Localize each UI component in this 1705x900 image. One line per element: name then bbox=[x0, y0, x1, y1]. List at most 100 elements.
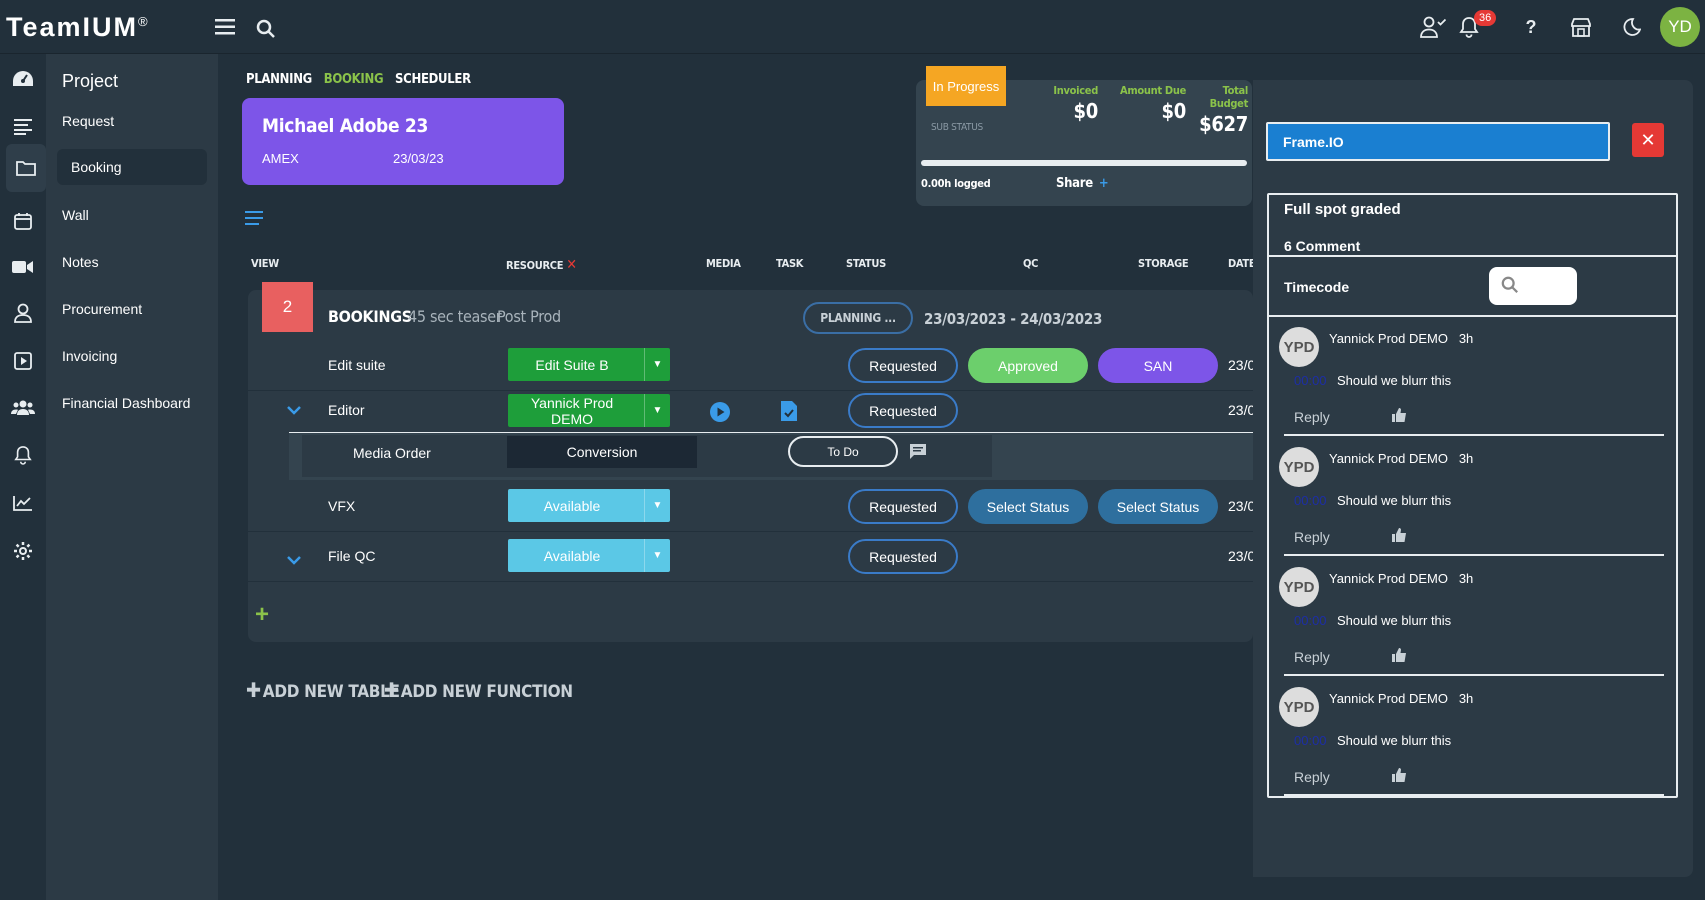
video-camera-icon[interactable] bbox=[6, 250, 40, 284]
resource-dropdown-editor[interactable]: Yannick Prod DEMO ▼ bbox=[508, 394, 670, 427]
comment-author: Yannick Prod DEMO 3h bbox=[1329, 451, 1474, 466]
dark-mode-icon[interactable] bbox=[1618, 14, 1644, 40]
calendar-icon[interactable] bbox=[6, 204, 40, 238]
status-pill-editor[interactable]: Requested bbox=[848, 393, 958, 428]
reply-button[interactable]: Reply bbox=[1294, 649, 1330, 665]
add-new-function-button[interactable]: ✚ ADD NEW FUNCTION bbox=[384, 678, 573, 702]
bell-outline-icon[interactable] bbox=[6, 438, 40, 472]
comment-item: YPD Yannick Prod DEMO 3h 00:00 Should we… bbox=[1269, 557, 1676, 677]
row-label-file-qc: File QC bbox=[328, 548, 376, 564]
add-new-table-button[interactable]: ✚ ADD NEW TABLE bbox=[246, 678, 400, 702]
menu-icon[interactable] bbox=[212, 14, 238, 40]
thumbs-up-icon[interactable] bbox=[1392, 408, 1407, 425]
reply-button[interactable]: Reply bbox=[1294, 409, 1330, 425]
expand-chevron-icon[interactable] bbox=[287, 552, 301, 568]
teamium-logo[interactable]: TeamIUM® bbox=[6, 12, 148, 43]
task-document-icon[interactable] bbox=[780, 400, 798, 427]
row-divider bbox=[248, 531, 1253, 532]
total-budget-label: Total Budget bbox=[1209, 84, 1249, 110]
subnav-item-request[interactable]: Request bbox=[62, 113, 114, 129]
comment-text: Should we blurr this bbox=[1337, 373, 1452, 388]
subnav-item-financial-dashboard[interactable]: Financial Dashboard bbox=[62, 395, 190, 411]
comment-timecode[interactable]: 00:00 bbox=[1294, 493, 1327, 508]
tab-scheduler[interactable]: SCHEDULER bbox=[395, 72, 471, 87]
play-media-icon[interactable] bbox=[709, 401, 731, 428]
storage-pill-edit-suite[interactable]: SAN bbox=[1098, 348, 1218, 383]
media-order-conversion[interactable]: Conversion bbox=[507, 436, 697, 468]
qc-pill-edit-suite[interactable]: Approved bbox=[968, 348, 1088, 383]
media-order-label: Media Order bbox=[353, 445, 431, 461]
timecode-search-input[interactable] bbox=[1489, 267, 1577, 305]
resource-dropdown-edit-suite[interactable]: Edit Suite B ▼ bbox=[508, 348, 670, 381]
thumbs-up-icon[interactable] bbox=[1392, 768, 1407, 785]
storage-pill-vfx[interactable]: Select Status bbox=[1098, 489, 1218, 524]
divider bbox=[1284, 434, 1664, 436]
comment-timecode[interactable]: 00:00 bbox=[1294, 373, 1327, 388]
table-subtitle-2: Post Prod bbox=[497, 307, 561, 326]
total-budget-value: $627 bbox=[1199, 112, 1248, 136]
commenter-avatar: YPD bbox=[1279, 687, 1319, 727]
subnav-item-invoicing[interactable]: Invoicing bbox=[62, 348, 117, 364]
divider bbox=[1284, 794, 1664, 796]
list-icon[interactable] bbox=[6, 110, 40, 144]
settings-icon[interactable] bbox=[6, 534, 40, 568]
chart-line-icon[interactable] bbox=[6, 486, 40, 520]
chevron-down-icon[interactable]: ▼ bbox=[644, 394, 670, 427]
frameio-button[interactable]: Frame.IO bbox=[1266, 122, 1610, 161]
clear-resource-icon[interactable]: ✕ bbox=[566, 257, 577, 273]
chevron-down-icon[interactable]: ▼ bbox=[644, 348, 670, 381]
comment-author: Yannick Prod DEMO 3h bbox=[1329, 331, 1474, 346]
dashboard-icon[interactable] bbox=[6, 62, 40, 96]
project-name: Michael Adobe 23 bbox=[262, 115, 429, 137]
comment-timecode[interactable]: 00:00 bbox=[1294, 613, 1327, 628]
qc-pill-vfx[interactable]: Select Status bbox=[968, 489, 1088, 524]
sub-status[interactable]: SUB STATUS bbox=[931, 122, 983, 133]
user-avatar[interactable]: YD bbox=[1660, 7, 1700, 47]
thumbs-up-icon[interactable] bbox=[1392, 528, 1407, 545]
col-view: VIEW bbox=[251, 257, 279, 270]
user-check-icon[interactable] bbox=[1420, 14, 1446, 40]
row-date-edit-suite: 23/0 bbox=[1228, 357, 1256, 373]
review-title: Full spot graded bbox=[1284, 201, 1401, 218]
todo-status-pill[interactable]: To Do bbox=[788, 436, 898, 467]
project-card[interactable]: Michael Adobe 23 AMEX 23/03/23 bbox=[242, 98, 564, 185]
subnav-item-procurement[interactable]: Procurement bbox=[62, 301, 142, 317]
status-pill-edit-suite[interactable]: Requested bbox=[848, 348, 958, 383]
play-square-icon[interactable] bbox=[6, 344, 40, 378]
subnav-item-notes[interactable]: Notes bbox=[62, 254, 99, 270]
folder-icon[interactable] bbox=[6, 144, 46, 192]
share-button[interactable]: Share + bbox=[1056, 176, 1109, 191]
reply-button[interactable]: Reply bbox=[1294, 769, 1330, 785]
tab-planning[interactable]: PLANNING bbox=[246, 72, 312, 87]
reply-button[interactable]: Reply bbox=[1294, 529, 1330, 545]
resource-dropdown-vfx[interactable]: Available ▼ bbox=[508, 489, 670, 522]
chevron-down-icon[interactable]: ▼ bbox=[644, 489, 670, 522]
status-pill-vfx[interactable]: Requested bbox=[848, 489, 958, 524]
row-date-vfx: 23/0 bbox=[1228, 498, 1256, 514]
comment-timecode[interactable]: 00:00 bbox=[1294, 733, 1327, 748]
share-plus-icon[interactable]: + bbox=[1099, 176, 1109, 191]
add-row-plus-icon[interactable]: + bbox=[255, 601, 269, 629]
help-icon[interactable]: ? bbox=[1518, 14, 1544, 40]
timecode-label: Timecode bbox=[1284, 279, 1350, 295]
planning-status-pill[interactable]: PLANNING ... bbox=[803, 302, 913, 334]
col-task: TASK bbox=[776, 257, 804, 270]
search-icon[interactable] bbox=[253, 16, 279, 42]
comment-icon[interactable] bbox=[909, 443, 927, 465]
amount-due: Amount Due $0 bbox=[1106, 84, 1186, 123]
thumbs-up-icon[interactable] bbox=[1392, 648, 1407, 665]
tab-booking[interactable]: BOOKING bbox=[324, 72, 384, 87]
store-icon[interactable] bbox=[1568, 14, 1594, 40]
users-icon[interactable] bbox=[6, 390, 40, 424]
subnav-item-wall[interactable]: Wall bbox=[62, 207, 89, 223]
close-icon[interactable]: ✕ bbox=[1632, 123, 1664, 157]
table-title[interactable]: BOOKINGS bbox=[328, 307, 412, 326]
view-list-icon[interactable] bbox=[245, 211, 263, 230]
resource-dropdown-file-qc[interactable]: Available ▼ bbox=[508, 539, 670, 572]
user-icon[interactable] bbox=[6, 296, 40, 330]
status-pill-file-qc[interactable]: Requested bbox=[848, 539, 958, 574]
subnav-item-booking[interactable]: Booking bbox=[57, 149, 207, 185]
expand-chevron-icon[interactable] bbox=[287, 402, 301, 418]
status-badge[interactable]: In Progress bbox=[926, 66, 1006, 106]
chevron-down-icon[interactable]: ▼ bbox=[644, 539, 670, 572]
